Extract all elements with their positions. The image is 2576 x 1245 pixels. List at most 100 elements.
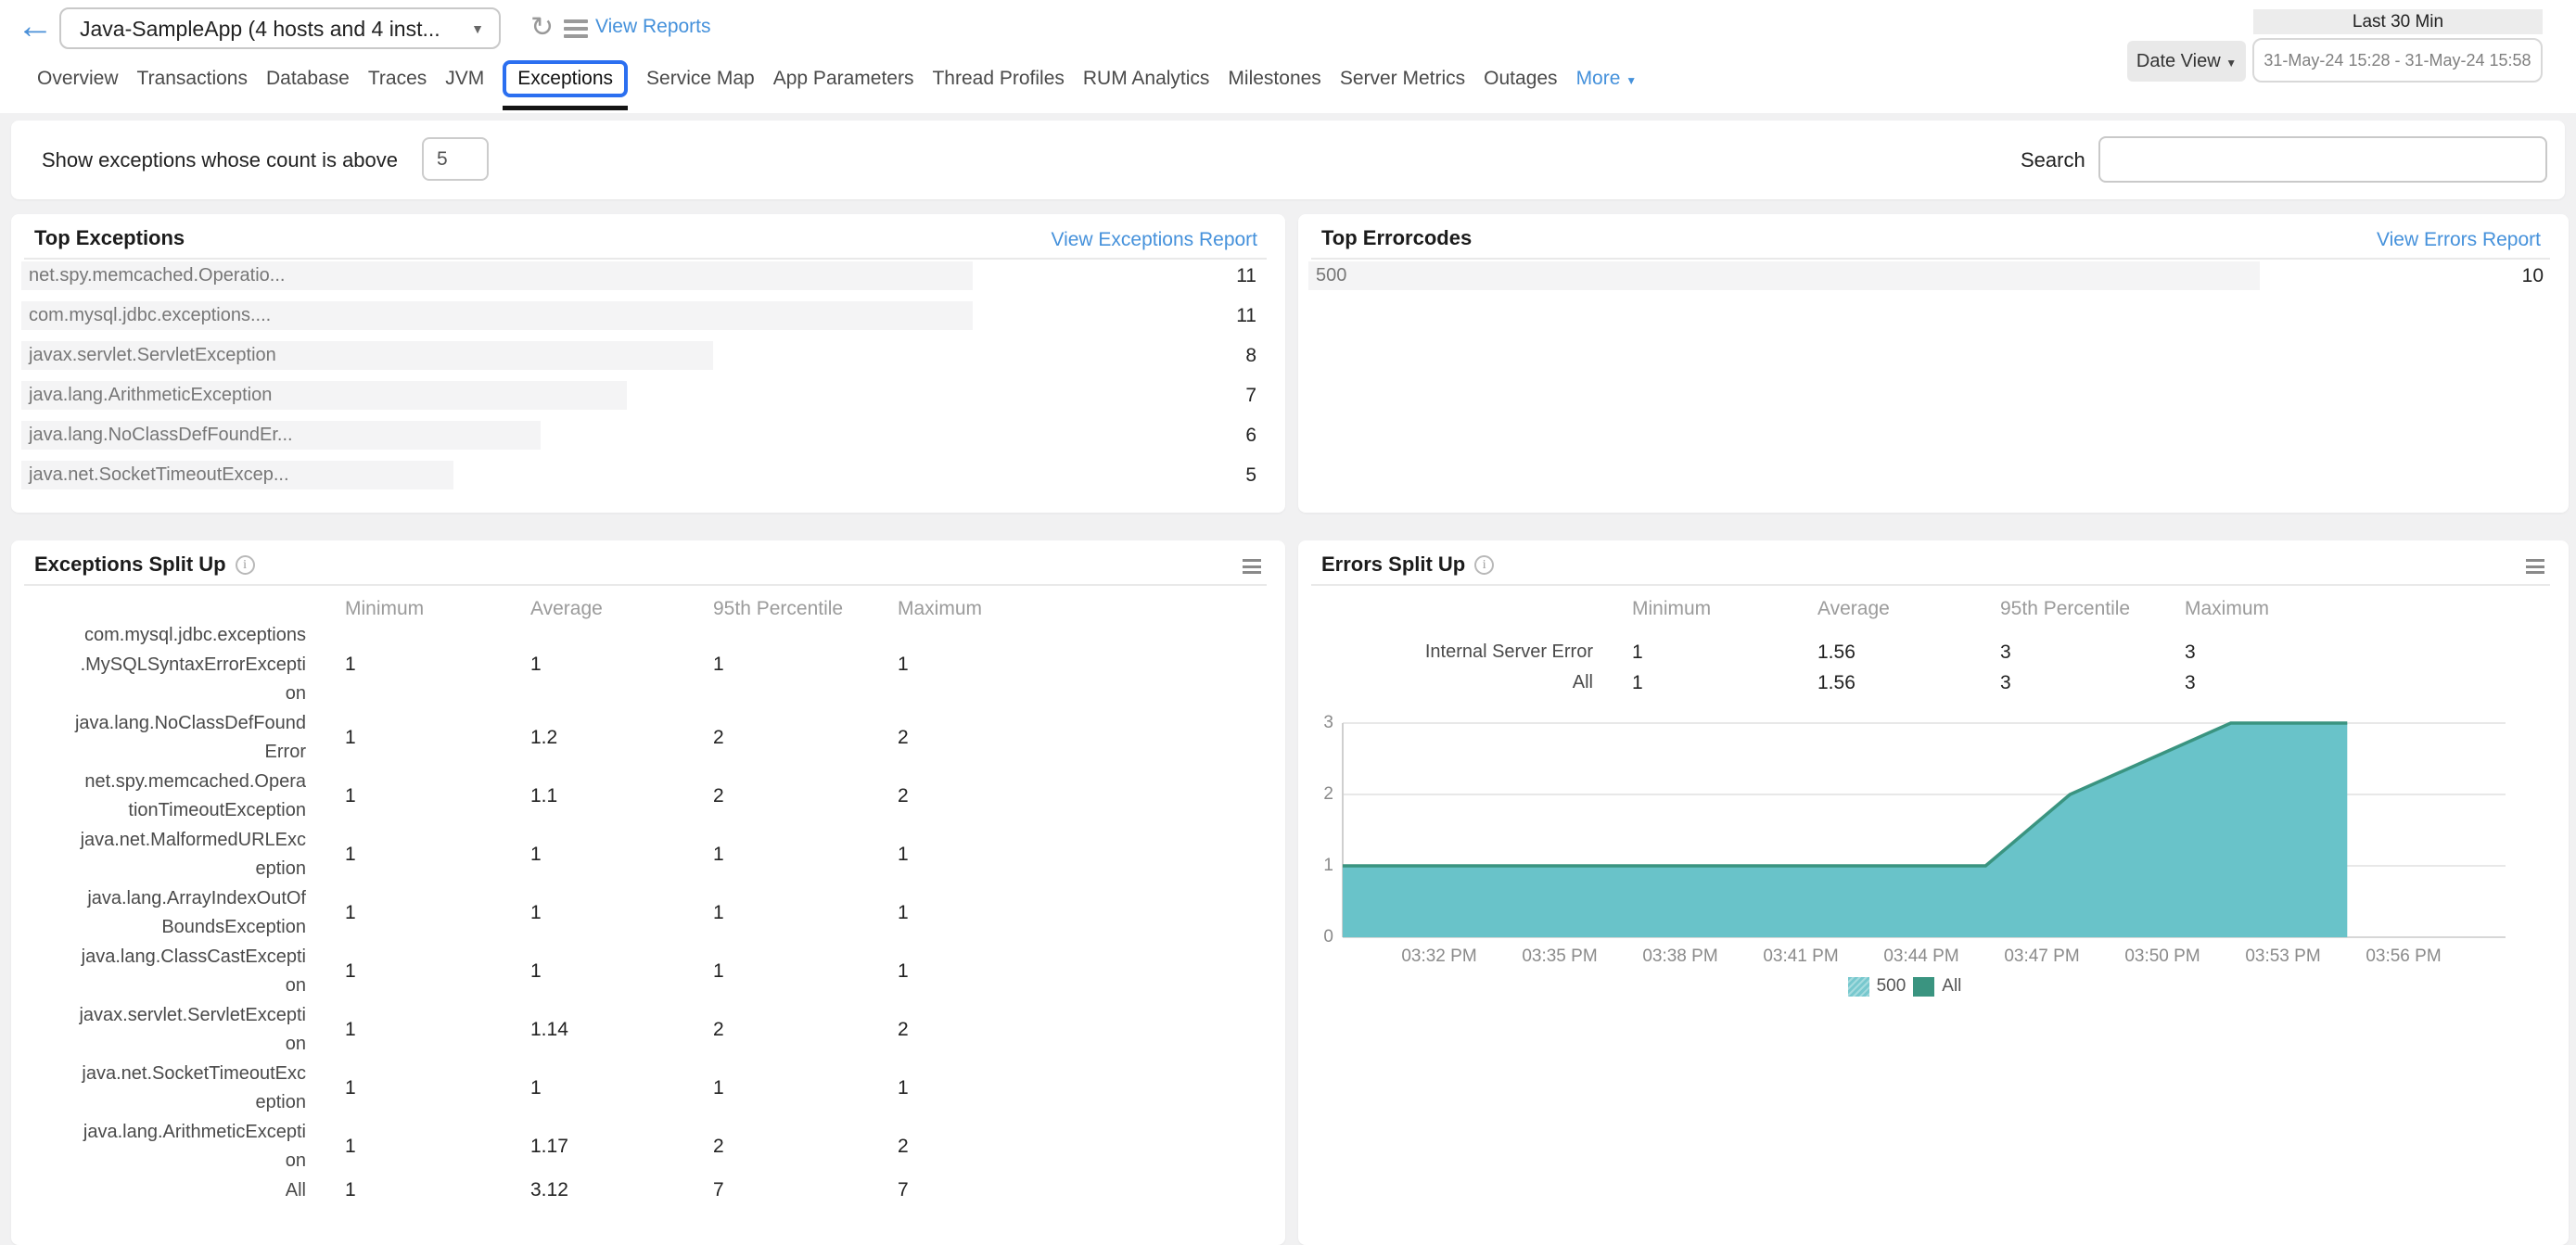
chevron-down-icon: ▼ — [2225, 57, 2238, 70]
table-row: net.spy.memcached.Opera tionTimeoutExcep… — [11, 768, 1285, 826]
column-header: Maximum — [898, 597, 983, 619]
hamburger-menu-icon[interactable] — [564, 19, 588, 42]
bar-row[interactable]: java.lang.ArithmeticException 7 — [21, 381, 1256, 410]
panel-menu-icon[interactable] — [2526, 559, 2544, 578]
y-axis-label: 2 — [1323, 784, 1333, 804]
cell-value: 1 — [345, 1019, 356, 1040]
cell-value: 1 — [898, 844, 909, 865]
tab-transactions[interactable]: Transactions — [137, 68, 248, 90]
legend-swatch — [1913, 976, 1935, 997]
row-label: java.net.MalformedURLExc eption — [80, 829, 306, 880]
table-row: All 1 3.12 7 7 — [11, 1176, 1285, 1206]
x-axis-label: 03:56 PM — [2366, 946, 2442, 966]
tab-database[interactable]: Database — [266, 68, 350, 90]
row-label: javax.servlet.ServletExcepti on — [79, 1004, 306, 1055]
app-selector-value: Java-SampleApp (4 hosts and 4 inst... — [80, 17, 440, 41]
tab-milestones[interactable]: Milestones — [1228, 68, 1320, 90]
cell-value: 7 — [713, 1179, 724, 1201]
legend-label[interactable]: 500 — [1877, 976, 1906, 997]
cell-value: 7 — [898, 1179, 909, 1201]
panel-menu-icon[interactable] — [1243, 559, 1261, 578]
bar-label: javax.servlet.ServletException — [29, 345, 276, 365]
bar-fill — [1308, 261, 2260, 290]
cell-value: 1.17 — [530, 1136, 568, 1157]
bar-row[interactable]: 500 10 — [1308, 261, 2544, 290]
cell-value: 1 — [713, 902, 724, 923]
y-axis-label: 1 — [1323, 856, 1333, 875]
tab-more[interactable]: More ▼ — [1576, 68, 1638, 90]
top-errorcodes-panel: Top Errorcodes View Errors Report 500 10 — [1298, 214, 2569, 513]
panel-title: Errors Split Up — [1321, 553, 1466, 576]
top-header: ← Java-SampleApp (4 hosts and 4 inst... … — [0, 0, 2576, 113]
table-row: java.lang.ArrayIndexOutOf BoundsExceptio… — [11, 884, 1285, 943]
exceptions-split-table: Minimum Average 95th Percentile Maximum com.… — [11, 596, 1285, 1205]
row-label: java.lang.NoClassDefFound Error — [74, 712, 306, 763]
table-row: java.lang.NoClassDefFound Error 1 1.2 2 2 — [11, 709, 1285, 768]
divider — [24, 584, 1267, 586]
divider — [24, 258, 1267, 260]
view-errors-report-link[interactable]: View Errors Report — [2377, 229, 2541, 251]
time-range-badge[interactable]: Last 30 Min — [2253, 9, 2543, 34]
x-axis-label: 03:35 PM — [1522, 946, 1598, 966]
x-axis-label: 03:41 PM — [1763, 946, 1839, 966]
row-label: java.lang.ArithmeticExcepti on — [83, 1121, 306, 1172]
exception-bar-list: net.spy.memcached.Operatio... 11 com.mysql… — [21, 261, 1256, 501]
bar-row[interactable]: javax.servlet.ServletException 8 — [21, 341, 1256, 370]
bar-label: net.spy.memcached.Operatio... — [29, 265, 286, 286]
bar-row[interactable]: com.mysql.jdbc.exceptions.... 11 — [21, 301, 1256, 330]
table-row: java.net.MalformedURLExc eption 1 1 1 1 — [11, 826, 1285, 884]
cell-value: 1 — [345, 1179, 356, 1201]
legend-label[interactable]: All — [1942, 976, 1961, 997]
bar-count: 10 — [2521, 265, 2544, 286]
refresh-icon[interactable]: ↻ — [530, 11, 554, 44]
errors-split-chart: 0 1 2 3 03:32 PM 03:35 PM 03:38 PM 03:41 PM 03:4… — [1298, 680, 2569, 1013]
chart-legend: 500 All — [1269, 976, 2540, 997]
bar-row[interactable]: java.lang.NoClassDefFoundEr... 6 — [21, 421, 1256, 450]
tab-server-metrics[interactable]: Server Metrics — [1340, 68, 1465, 90]
tab-rum-analytics[interactable]: RUM Analytics — [1083, 68, 1210, 90]
table-header-row: Minimum Average 95th Percentile Maximum — [11, 596, 1285, 621]
table-row: Internal Server Error 1 1.56 3 3 — [1298, 637, 2569, 667]
count-filter-input[interactable]: 5 — [422, 137, 489, 181]
tab-jvm[interactable]: JVM — [445, 68, 484, 90]
exceptions-split-up-panel: Exceptions Split Up i Minimum Average 95th… — [11, 540, 1285, 1245]
bar-label: java.lang.NoClassDefFoundEr... — [29, 425, 293, 445]
cell-value: 2 — [713, 1136, 724, 1157]
y-axis-label: 0 — [1323, 927, 1333, 946]
app-selector-dropdown[interactable]: Java-SampleApp (4 hosts and 4 inst... ▼ — [59, 7, 501, 49]
tab-service-map[interactable]: Service Map — [646, 68, 755, 90]
table-row: com.mysql.jdbc.exceptions .MySQLSyntaxEr… — [11, 621, 1285, 709]
back-arrow-icon[interactable]: ← — [17, 6, 54, 47]
x-axis-label: 03:53 PM — [2245, 946, 2321, 966]
search-input[interactable] — [2098, 136, 2547, 183]
tab-overview[interactable]: Overview — [37, 68, 119, 90]
date-range-field[interactable]: 31-May-24 15:28 - 31-May-24 15:58 — [2252, 38, 2543, 83]
tab-thread-profiles[interactable]: Thread Profiles — [932, 68, 1064, 90]
column-header: 95th Percentile — [2000, 597, 2131, 619]
top-exceptions-panel: Top Exceptions View Exceptions Report ne… — [11, 214, 1285, 513]
bar-row[interactable]: net.spy.memcached.Operatio... 11 — [21, 261, 1256, 290]
x-axis-label: 03:47 PM — [2004, 946, 2080, 966]
cell-value: 1 — [1632, 641, 1643, 663]
tab-app-parameters[interactable]: App Parameters — [773, 68, 914, 90]
divider — [1311, 584, 2550, 586]
tab-traces[interactable]: Traces — [368, 68, 427, 90]
bar-label: 500 — [1316, 265, 1347, 286]
cell-value: 1 — [345, 1077, 356, 1099]
info-icon[interactable]: i — [235, 554, 255, 575]
cell-value: 1 — [713, 654, 724, 676]
tab-exceptions[interactable]: Exceptions — [503, 60, 629, 110]
bar-row[interactable]: java.net.SocketTimeoutExcep... 5 — [21, 461, 1256, 489]
bar-count: 8 — [1245, 345, 1256, 366]
panel-title: Exceptions Split Up — [34, 553, 226, 576]
date-view-button[interactable]: Date View ▼ — [2127, 41, 2246, 82]
cell-value: 2 — [898, 1136, 909, 1157]
view-reports-link[interactable]: View Reports — [595, 16, 711, 38]
view-exceptions-report-link[interactable]: View Exceptions Report — [1051, 229, 1257, 251]
cell-value: 1 — [898, 960, 909, 982]
column-header: Minimum — [1632, 597, 1712, 619]
cell-value: 1 — [345, 844, 356, 865]
x-axis-label: 03:44 PM — [1883, 946, 1959, 966]
tab-outages[interactable]: Outages — [1484, 68, 1557, 90]
info-icon[interactable]: i — [1474, 554, 1495, 575]
